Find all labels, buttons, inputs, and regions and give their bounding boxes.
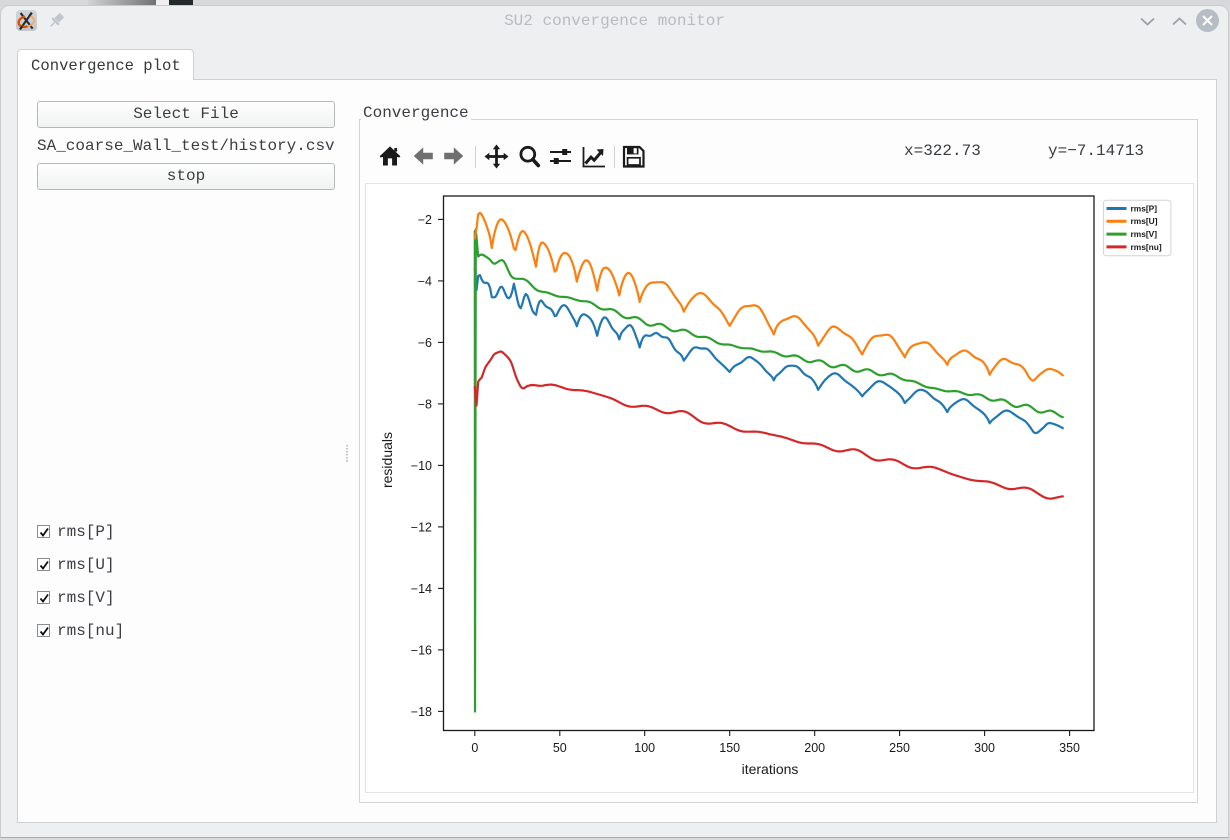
svg-text:rms[nu]: rms[nu] bbox=[1131, 242, 1162, 252]
svg-text:−18: −18 bbox=[411, 705, 432, 719]
svg-text:−4: −4 bbox=[418, 274, 432, 288]
svg-text:−16: −16 bbox=[411, 643, 432, 657]
svg-text:100: 100 bbox=[634, 741, 655, 755]
svg-text:−12: −12 bbox=[411, 520, 432, 534]
svg-text:350: 350 bbox=[1059, 741, 1080, 755]
svg-text:rms[V]: rms[V] bbox=[1131, 229, 1158, 239]
svg-text:50: 50 bbox=[553, 741, 567, 755]
svg-text:0: 0 bbox=[471, 741, 478, 755]
svg-text:residuals: residuals bbox=[379, 432, 395, 488]
svg-text:−6: −6 bbox=[418, 336, 432, 350]
svg-text:300: 300 bbox=[974, 741, 995, 755]
svg-text:−14: −14 bbox=[411, 582, 432, 596]
svg-text:250: 250 bbox=[889, 741, 910, 755]
svg-text:150: 150 bbox=[719, 741, 740, 755]
svg-text:−2: −2 bbox=[418, 213, 432, 227]
svg-text:−8: −8 bbox=[418, 397, 432, 411]
svg-text:rms[U]: rms[U] bbox=[1131, 216, 1158, 226]
svg-text:iterations: iterations bbox=[742, 761, 799, 777]
svg-text:−10: −10 bbox=[411, 459, 432, 473]
svg-text:200: 200 bbox=[804, 741, 825, 755]
svg-text:rms[P]: rms[P] bbox=[1131, 203, 1158, 213]
